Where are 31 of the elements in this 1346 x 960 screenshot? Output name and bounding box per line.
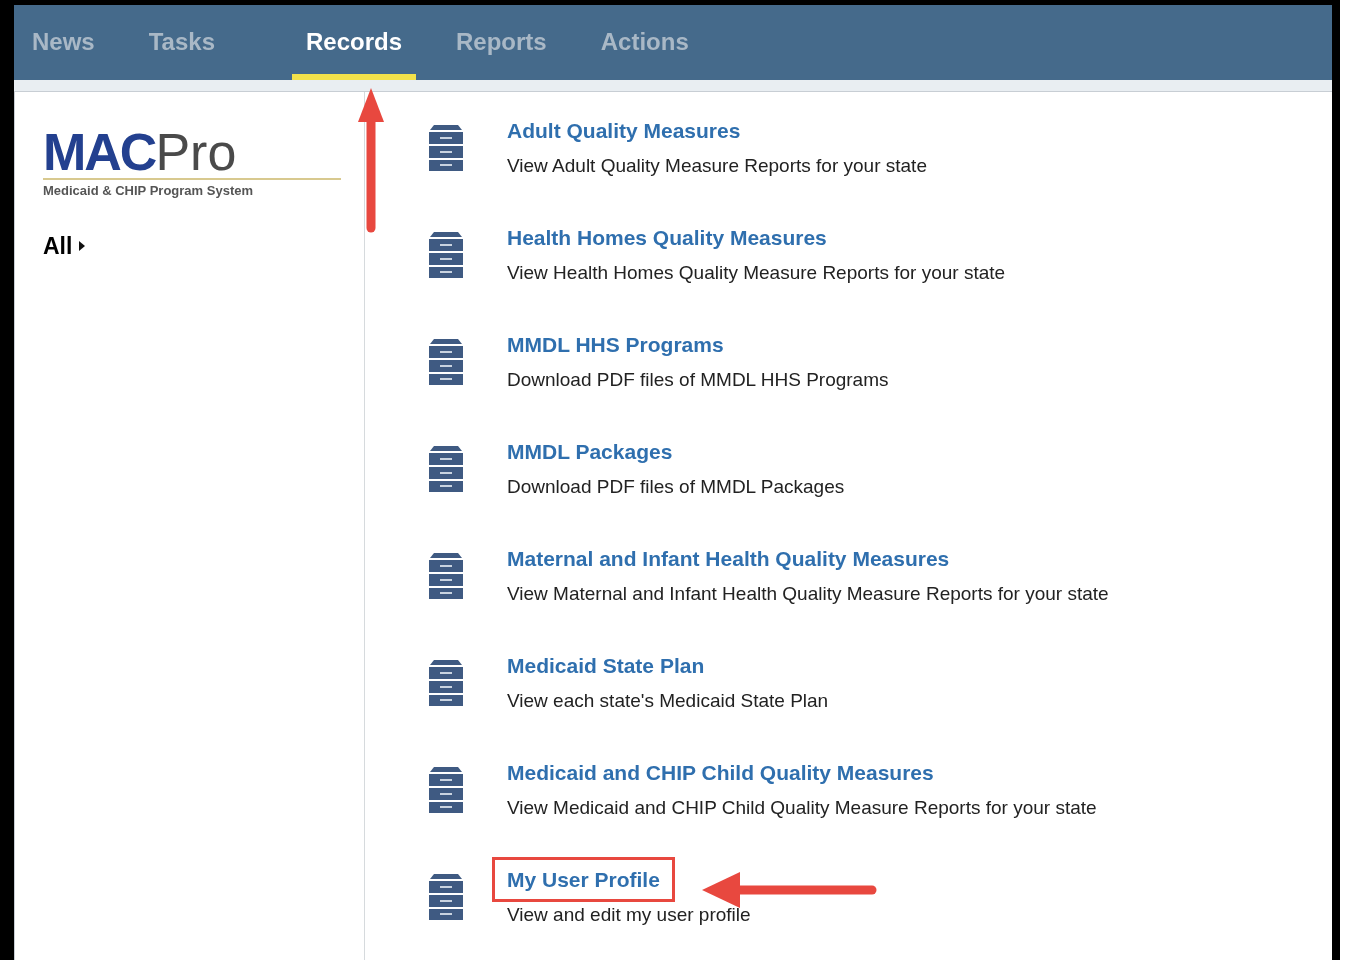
record-description: Download PDF files of MMDL Packages — [507, 475, 845, 499]
record-link[interactable]: MMDL Packages — [507, 435, 673, 467]
cabinet-icon — [429, 766, 463, 813]
record-link[interactable]: Health Homes Quality Measures — [507, 221, 827, 253]
nav-tab[interactable]: Reports — [442, 5, 561, 80]
record-description: Download PDF files of MMDL HHS Programs — [507, 368, 889, 392]
nav-tab[interactable]: Actions — [586, 5, 703, 80]
cabinet-icon — [429, 338, 463, 385]
caret-icon — [78, 239, 87, 252]
record-description: View and edit my user profile — [507, 903, 751, 927]
record-link[interactable]: Maternal and Infant Health Quality Measures — [507, 542, 950, 574]
record-description: View Adult Quality Measure Reports for your state — [507, 154, 927, 178]
record-link[interactable]: My User Profile — [492, 856, 675, 902]
cabinet-icon — [429, 552, 463, 599]
nav-tab[interactable]: Tasks — [134, 5, 229, 80]
cabinet-icon — [429, 124, 463, 171]
nav-tab[interactable]: News — [18, 5, 109, 80]
filter-dropdown[interactable]: All — [43, 228, 87, 263]
record-description: View each state's Medicaid State Plan — [507, 689, 829, 713]
cabinet-icon — [429, 873, 463, 920]
record-description: View Medicaid and CHIP Child Quality Measure Reports for your state — [507, 796, 1097, 820]
record-link[interactable]: MMDL HHS Programs — [507, 328, 724, 360]
record-link[interactable]: Adult Quality Measures — [507, 114, 741, 146]
record-description: View Maternal and Infant Health Quality Measure Reports for your state — [507, 582, 1109, 606]
record-link[interactable]: Medicaid and CHIP Child Quality Measures — [507, 756, 934, 788]
record-link[interactable]: Medicaid State Plan — [507, 649, 705, 681]
cabinet-icon — [429, 445, 463, 492]
cabinet-icon — [429, 659, 463, 706]
cabinet-icon — [429, 231, 463, 278]
record-description: View Health Homes Quality Measure Reports for your state — [507, 261, 1006, 285]
logo: MACPro Medicaid & CHIP Program System — [43, 126, 341, 201]
